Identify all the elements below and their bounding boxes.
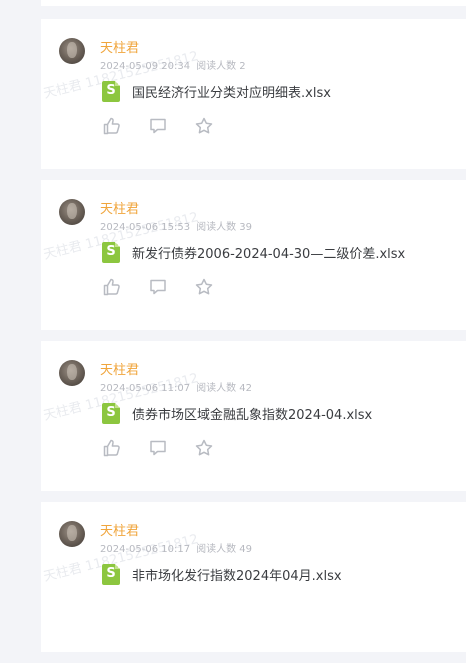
file-attachment[interactable]: S 新发行债券2006-2024-04-30—二级价差.xlsx — [102, 241, 405, 263]
post-actions — [102, 277, 214, 297]
star-icon[interactable] — [194, 277, 214, 297]
file-name[interactable]: 国民经济行业分类对应明细表.xlsx — [132, 82, 331, 101]
post-card: 天柱君 11821525251812 天柱君 2024-05-09 20:34 阅… — [41, 19, 466, 169]
post-card: 天柱君 11821525251812 天柱君 2024-05-06 15:53 阅… — [41, 180, 466, 330]
post-actions — [102, 438, 214, 458]
post-meta: 2024-05-06 15:53 阅读人数 39 — [100, 218, 252, 233]
left-margin — [0, 0, 41, 588]
post-datetime: 2024-05-09 20:34 — [100, 61, 191, 72]
avatar[interactable] — [59, 360, 85, 386]
spreadsheet-file-icon: S — [102, 80, 120, 102]
read-count: 阅读人数 42 — [196, 383, 253, 394]
post-meta: 2024-05-06 10:17 阅读人数 49 — [100, 540, 252, 555]
post-card: 天柱君 11821525251812 天柱君 2024-05-06 11:07 阅… — [41, 341, 466, 491]
comment-icon[interactable] — [148, 438, 168, 458]
post-meta: 2024-05-06 11:07 阅读人数 42 — [100, 379, 252, 394]
comment-icon[interactable] — [148, 277, 168, 297]
avatar[interactable] — [59, 199, 85, 225]
post-actions — [102, 116, 214, 136]
read-count: 阅读人数 2 — [196, 61, 246, 72]
file-badge-letter: S — [106, 82, 116, 98]
author-name[interactable]: 天柱君 — [100, 520, 139, 539]
star-icon[interactable] — [194, 116, 214, 136]
thumbs-up-icon[interactable] — [102, 438, 122, 458]
spreadsheet-file-icon: S — [102, 402, 120, 424]
previous-post-card-edge — [41, 0, 466, 6]
file-badge-letter: S — [106, 243, 116, 259]
file-name[interactable]: 新发行债券2006-2024-04-30—二级价差.xlsx — [132, 243, 405, 262]
author-name[interactable]: 天柱君 — [100, 37, 139, 56]
avatar[interactable] — [59, 38, 85, 64]
post-card: 天柱君 11821525251812 天柱君 2024-05-06 10:17 阅… — [41, 502, 466, 652]
post-datetime: 2024-05-06 15:53 — [100, 222, 191, 233]
spreadsheet-file-icon: S — [102, 563, 120, 585]
post-feed: 天柱君 11821525251812 天柱君 2024-05-09 20:34 阅… — [41, 0, 466, 663]
file-name[interactable]: 非市场化发行指数2024年04月.xlsx — [132, 565, 342, 584]
file-attachment[interactable]: S 债券市场区域金融乱象指数2024-04.xlsx — [102, 402, 372, 424]
post-datetime: 2024-05-06 11:07 — [100, 383, 191, 394]
file-badge-letter: S — [106, 404, 116, 420]
author-name[interactable]: 天柱君 — [100, 198, 139, 217]
file-attachment[interactable]: S 国民经济行业分类对应明细表.xlsx — [102, 80, 331, 102]
post-meta: 2024-05-09 20:34 阅读人数 2 — [100, 57, 246, 72]
star-icon[interactable] — [194, 438, 214, 458]
avatar[interactable] — [59, 521, 85, 547]
file-badge-letter: S — [106, 565, 116, 581]
read-count: 阅读人数 49 — [196, 544, 253, 555]
post-datetime: 2024-05-06 10:17 — [100, 544, 191, 555]
thumbs-up-icon[interactable] — [102, 116, 122, 136]
spreadsheet-file-icon: S — [102, 241, 120, 263]
read-count: 阅读人数 39 — [196, 222, 253, 233]
thumbs-up-icon[interactable] — [102, 277, 122, 297]
author-name[interactable]: 天柱君 — [100, 359, 139, 378]
comment-icon[interactable] — [148, 116, 168, 136]
file-name[interactable]: 债券市场区域金融乱象指数2024-04.xlsx — [132, 404, 372, 423]
file-attachment[interactable]: S 非市场化发行指数2024年04月.xlsx — [102, 563, 342, 585]
